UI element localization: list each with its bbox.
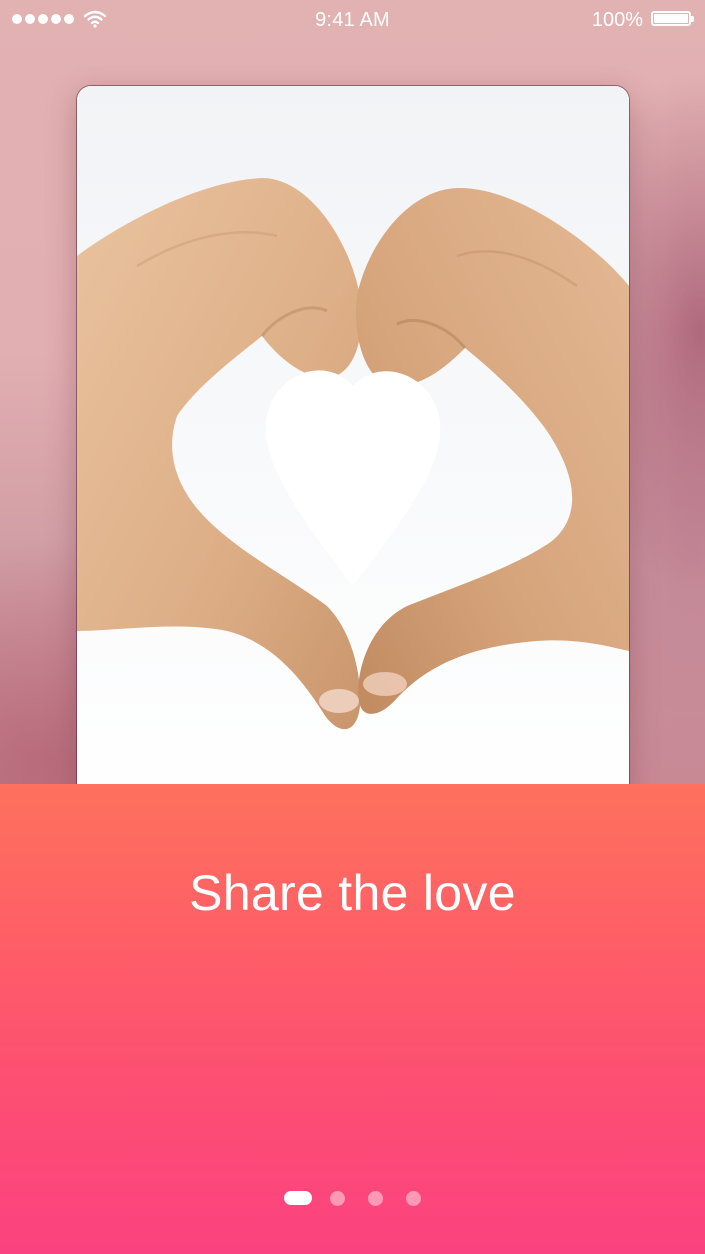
- page-dot-4[interactable]: [406, 1190, 421, 1206]
- page-dot-3[interactable]: [368, 1190, 383, 1206]
- battery-percentage: 100%: [591, 9, 643, 31]
- page-dot-2[interactable]: [330, 1190, 345, 1206]
- battery-level: [654, 14, 688, 23]
- onboarding-panel: Share the love: [0, 784, 705, 1254]
- onboarding-headline: Share the love: [189, 865, 516, 921]
- status-bar: 9:41 AM 100%: [0, 0, 705, 40]
- page-indicator[interactable]: [284, 1190, 444, 1206]
- page-dot-1[interactable]: [284, 1191, 312, 1205]
- photo-card: [77, 86, 629, 806]
- heart-hands-icon: [77, 86, 629, 806]
- battery-icon: [651, 11, 694, 26]
